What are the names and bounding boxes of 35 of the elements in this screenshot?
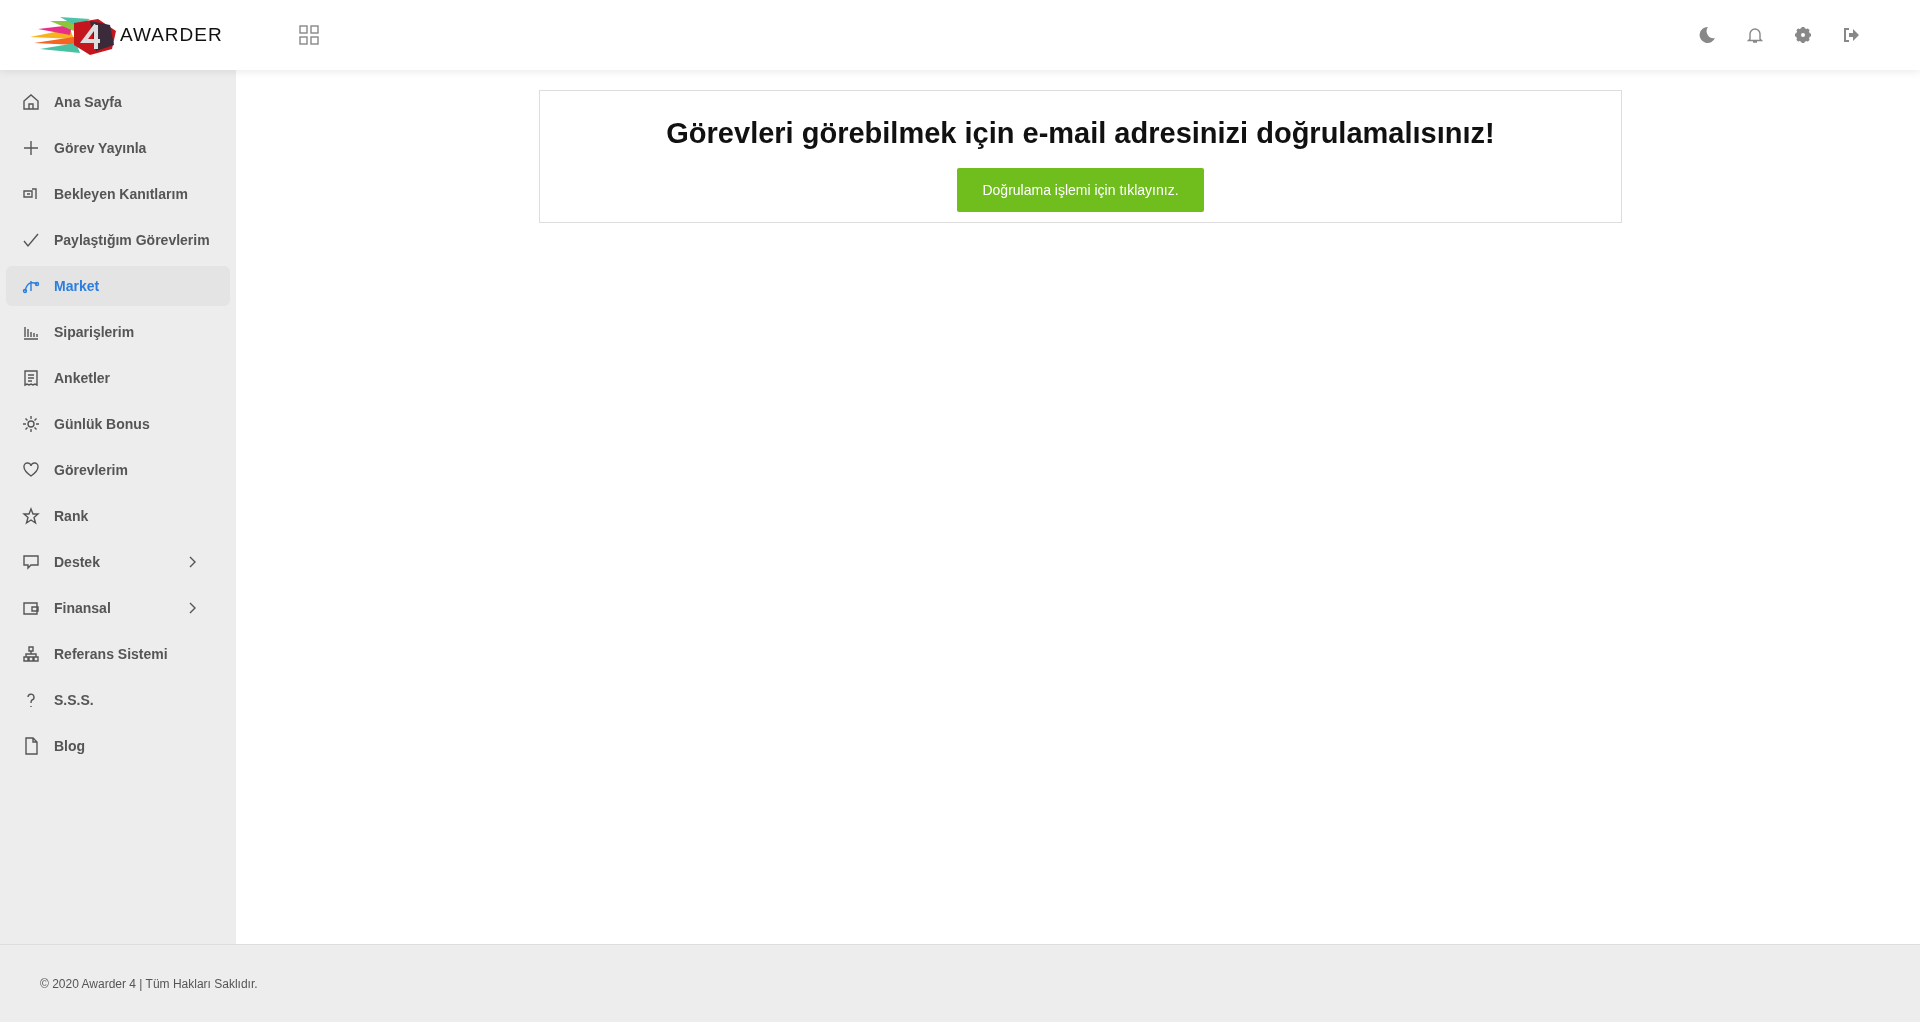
sidebar-item[interactable]: Rank xyxy=(6,496,230,536)
sidebar-item[interactable]: Finansal xyxy=(6,588,230,628)
menu-item-icon xyxy=(22,507,40,525)
menu-item-icon xyxy=(22,93,40,111)
logo-icon xyxy=(30,15,116,55)
menu-item-icon xyxy=(22,369,40,387)
menu-item-icon xyxy=(22,645,40,663)
moon-icon[interactable] xyxy=(1698,26,1716,44)
sidebar-item[interactable]: Market xyxy=(6,266,230,306)
notice-title: Görevleri görebilmek için e-mail adresinizi doğrulamalısınız! xyxy=(666,117,1495,150)
sidebar-item[interactable]: Siparişlerim xyxy=(6,312,230,352)
settings-icon[interactable] xyxy=(1794,26,1812,44)
sidebar-item[interactable]: S.S.S. xyxy=(6,680,230,720)
menu-item-icon xyxy=(22,737,40,755)
notification-bell-icon[interactable] xyxy=(1746,26,1764,44)
menu-item-icon xyxy=(22,553,40,571)
menu-item-icon xyxy=(22,599,40,617)
sidebar-item[interactable]: Günlük Bonus xyxy=(6,404,230,444)
menu-item-icon xyxy=(22,461,40,479)
sidebar-item[interactable]: Anketler xyxy=(6,358,230,398)
menu-item-icon xyxy=(22,231,40,249)
sidebar-item[interactable]: Blog xyxy=(6,726,230,766)
sidebar-item[interactable]: Referans Sistemi xyxy=(6,634,230,674)
sidebar-item[interactable]: Ana Sayfa xyxy=(6,82,230,122)
sidebar-item[interactable]: Görevlerim xyxy=(6,450,230,490)
sidebar-item[interactable]: Paylaştığım Görevlerim xyxy=(6,220,230,260)
copyright-text: © 2020 Awarder 4 | Tüm Hakları Saklıdır. xyxy=(40,976,258,991)
sidebar-item[interactable]: Destek xyxy=(6,542,230,582)
logout-icon[interactable] xyxy=(1842,26,1860,44)
menu-item-icon xyxy=(22,415,40,433)
menu-item-icon xyxy=(22,139,40,157)
sidebar-item[interactable]: Bekleyen Kanıtlarım xyxy=(6,174,230,214)
sidebar-item[interactable]: Görev Yayınla xyxy=(6,128,230,168)
logo-text: AWARDER xyxy=(120,24,223,46)
apps-grid-icon[interactable] xyxy=(298,25,319,45)
